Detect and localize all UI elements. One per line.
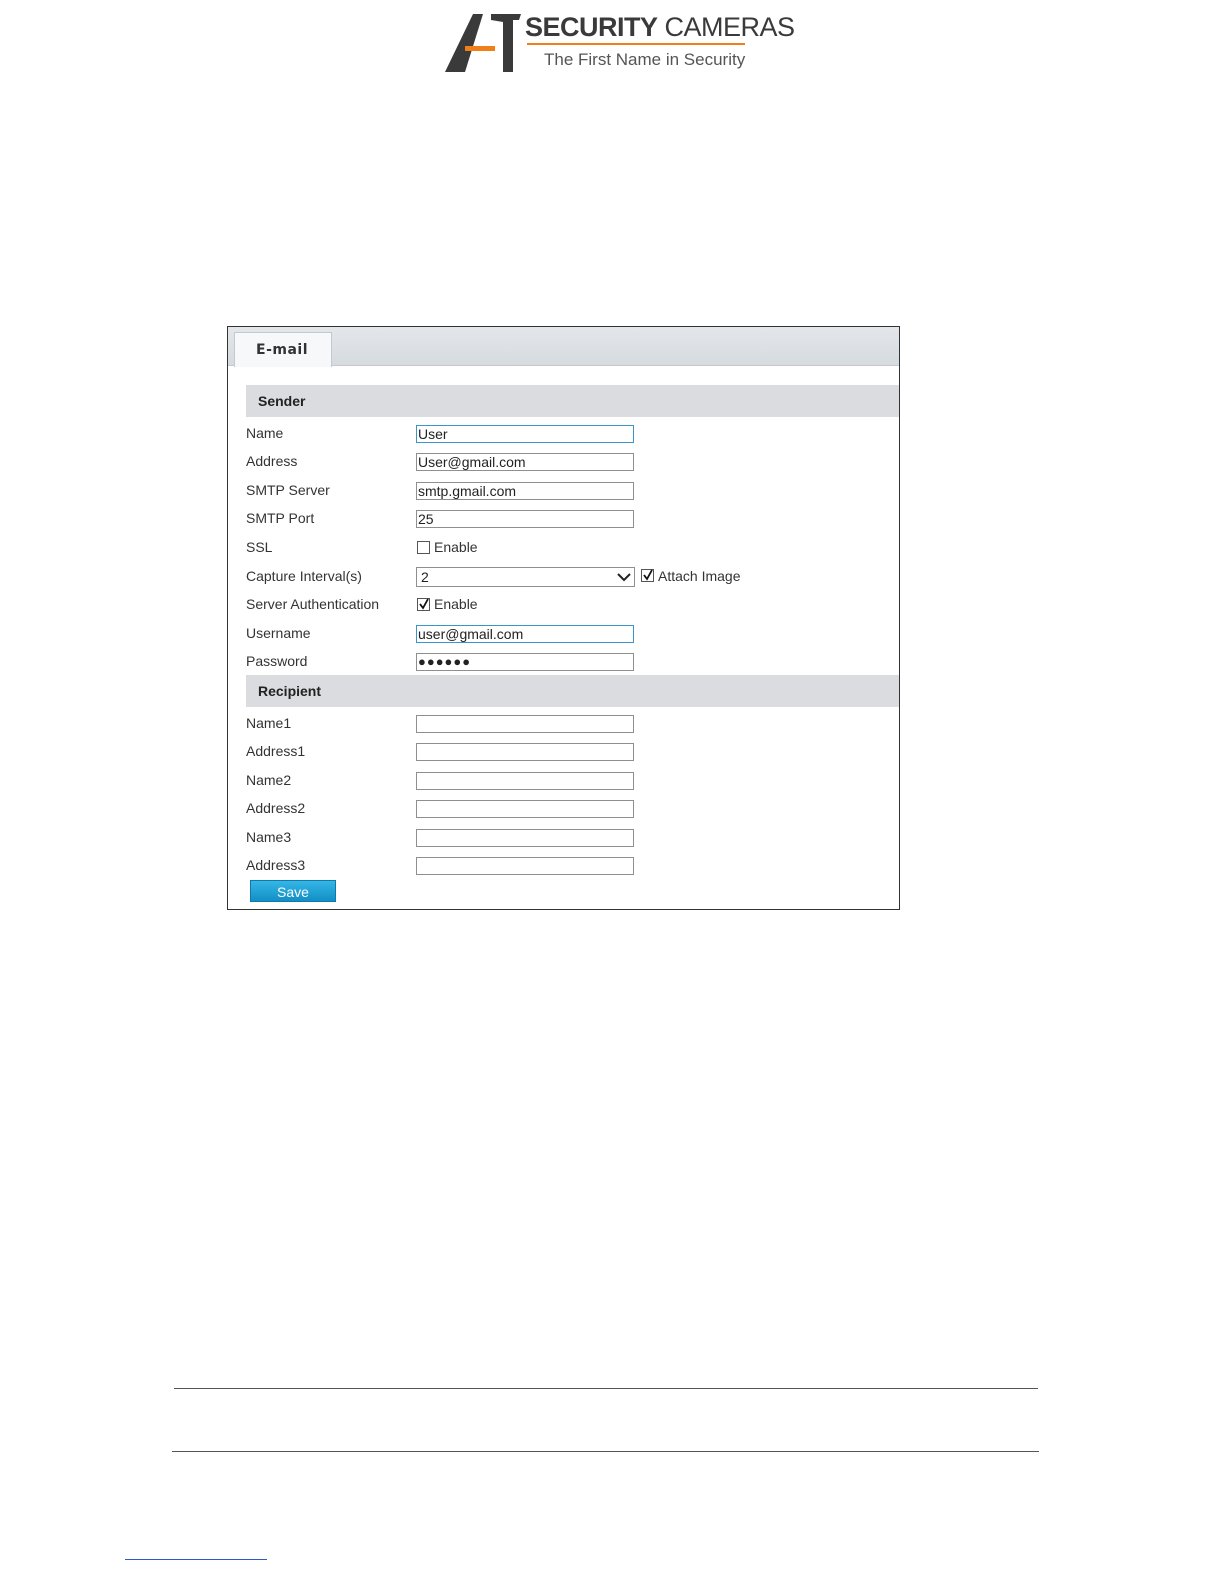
sender-name-label: Name: [246, 425, 284, 441]
footer-link-underline[interactable]: [125, 1559, 267, 1560]
sender-address-label: Address: [246, 453, 298, 469]
ssl-enable-label: Enable: [434, 539, 478, 555]
recipient-name3-input[interactable]: [416, 829, 634, 847]
recipient-address1-label: Address1: [246, 743, 306, 759]
attach-image-checkbox[interactable]: [641, 569, 654, 582]
checkmark-icon: [643, 569, 653, 581]
username-input[interactable]: user@gmail.com: [416, 625, 634, 643]
footer-divider-bottom: [172, 1451, 1039, 1452]
sender-name-input[interactable]: User: [416, 425, 634, 443]
footer-divider-top: [174, 1388, 1038, 1389]
recipient-address2-label: Address2: [246, 800, 306, 816]
password-input[interactable]: ●●●●●●: [416, 653, 634, 671]
ssl-label: SSL: [246, 539, 273, 555]
smtp-port-input[interactable]: 25: [416, 510, 634, 528]
tab-email-label: E-mail: [256, 342, 309, 358]
attach-image-label: Attach Image: [658, 568, 741, 584]
tab-bar: E-mail: [228, 327, 899, 367]
recipient-address3-label: Address3: [246, 857, 306, 873]
capture-interval-select[interactable]: 2: [416, 567, 635, 587]
ssl-enable-checkbox[interactable]: [417, 541, 430, 554]
tab-email[interactable]: E-mail: [234, 332, 332, 367]
brand-logo: SECURITY CAMERAS The First Name in Secur…: [443, 10, 795, 78]
recipient-address2-input[interactable]: [416, 800, 634, 818]
username-label: Username: [246, 625, 311, 641]
sender-heading: Sender: [258, 393, 306, 409]
a1-logo-mark-icon: [445, 14, 521, 72]
sender-address-input[interactable]: User@gmail.com: [416, 453, 634, 471]
capture-interval-value: 2: [421, 569, 429, 585]
checkmark-icon: [419, 598, 429, 610]
server-auth-label: Server Authentication: [246, 596, 380, 612]
smtp-port-label: SMTP Port: [246, 510, 315, 526]
recipient-heading: Recipient: [258, 683, 322, 699]
server-auth-enable-checkbox[interactable]: [417, 598, 430, 611]
recipient-address1-input[interactable]: [416, 743, 634, 761]
password-label: Password: [246, 653, 308, 669]
server-auth-enable-label: Enable: [434, 596, 478, 612]
capture-interval-label: Capture Interval(s): [246, 568, 362, 584]
sender-section-header: Sender: [246, 385, 899, 417]
recipient-name3-label: Name3: [246, 829, 292, 845]
smtp-server-label: SMTP Server: [246, 482, 330, 498]
recipient-address3-input[interactable]: [416, 857, 634, 875]
email-settings-panel: E-mail Sender Name User Address User@gma…: [227, 326, 900, 910]
save-button[interactable]: Save: [250, 880, 336, 902]
recipient-name1-label: Name1: [246, 715, 292, 731]
chevron-down-icon: [617, 573, 631, 582]
brand-divider: [527, 43, 745, 45]
recipient-name2-input[interactable]: [416, 772, 634, 790]
recipient-section-header: Recipient: [246, 675, 899, 707]
brand-name: SECURITY CAMERAS: [525, 12, 795, 42]
recipient-name1-input[interactable]: [416, 715, 634, 733]
recipient-name2-label: Name2: [246, 772, 292, 788]
smtp-server-input[interactable]: smtp.gmail.com: [416, 482, 634, 500]
brand-tagline: The First Name in Security: [544, 50, 746, 69]
